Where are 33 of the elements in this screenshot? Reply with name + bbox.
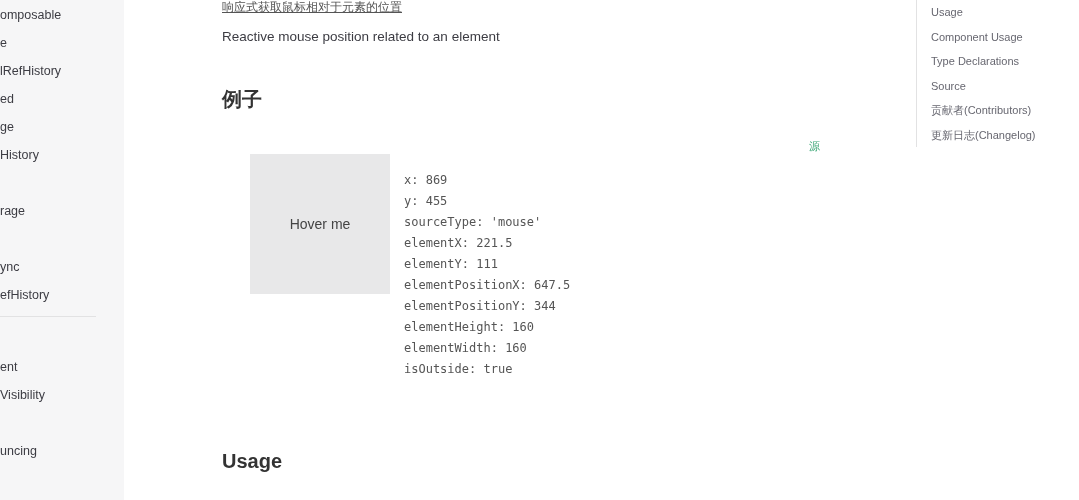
- toc-link[interactable]: Type Declarations: [931, 49, 1079, 74]
- output-line: elementY: 111: [404, 256, 499, 273]
- sidebar-link[interactable]: History: [0, 141, 124, 169]
- sidebar-link[interactable]: uncing: [0, 437, 124, 465]
- sidebar-link[interactable]: ge: [0, 113, 124, 141]
- sidebar-link[interactable]: Visibility: [0, 381, 124, 409]
- toc-link[interactable]: 贡献者(Contributors): [931, 98, 1079, 123]
- sidebar-link[interactable]: ed: [0, 85, 124, 113]
- toc-link[interactable]: Source: [931, 73, 1079, 98]
- output-line: elementPositionY: 344: [404, 298, 557, 315]
- toc-link[interactable]: 更新日志(Changelog): [931, 122, 1079, 147]
- sidebar-link[interactable]: efHistory: [0, 281, 124, 309]
- toc-link[interactable]: Component Usage: [931, 24, 1079, 49]
- toc-link[interactable]: Usage: [931, 0, 1079, 25]
- sidebar-link[interactable]: rage: [0, 197, 124, 225]
- sidebar-link[interactable]: lRefHistory: [0, 57, 124, 85]
- hover-target[interactable]: Hover me: [250, 154, 390, 294]
- output-line: isOutside: true: [404, 361, 514, 378]
- sidebar-link[interactable]: ync: [0, 253, 124, 281]
- output-line: y: 455: [404, 193, 449, 210]
- output-line: sourceType: 'mouse': [404, 214, 543, 231]
- section-heading: Usage: [222, 450, 283, 473]
- section-heading: 例子: [222, 87, 262, 112]
- sidebar-link[interactable]: omposable: [0, 1, 124, 29]
- sidebar-link[interactable]: e: [0, 29, 124, 57]
- output-line: x: 869: [404, 172, 449, 189]
- page-subtitle: 响应式获取鼠标相对于元素的位置: [222, 0, 403, 15]
- output-line: elementX: 221.5: [404, 235, 514, 252]
- page-description: Reactive mouse position related to an element: [222, 28, 501, 46]
- sidebar-link[interactable]: ent: [0, 353, 124, 381]
- output-line: elementPositionX: 647.5: [404, 277, 571, 294]
- output-line: elementHeight: 160: [404, 319, 536, 336]
- output-line: elementWidth: 160: [404, 340, 528, 357]
